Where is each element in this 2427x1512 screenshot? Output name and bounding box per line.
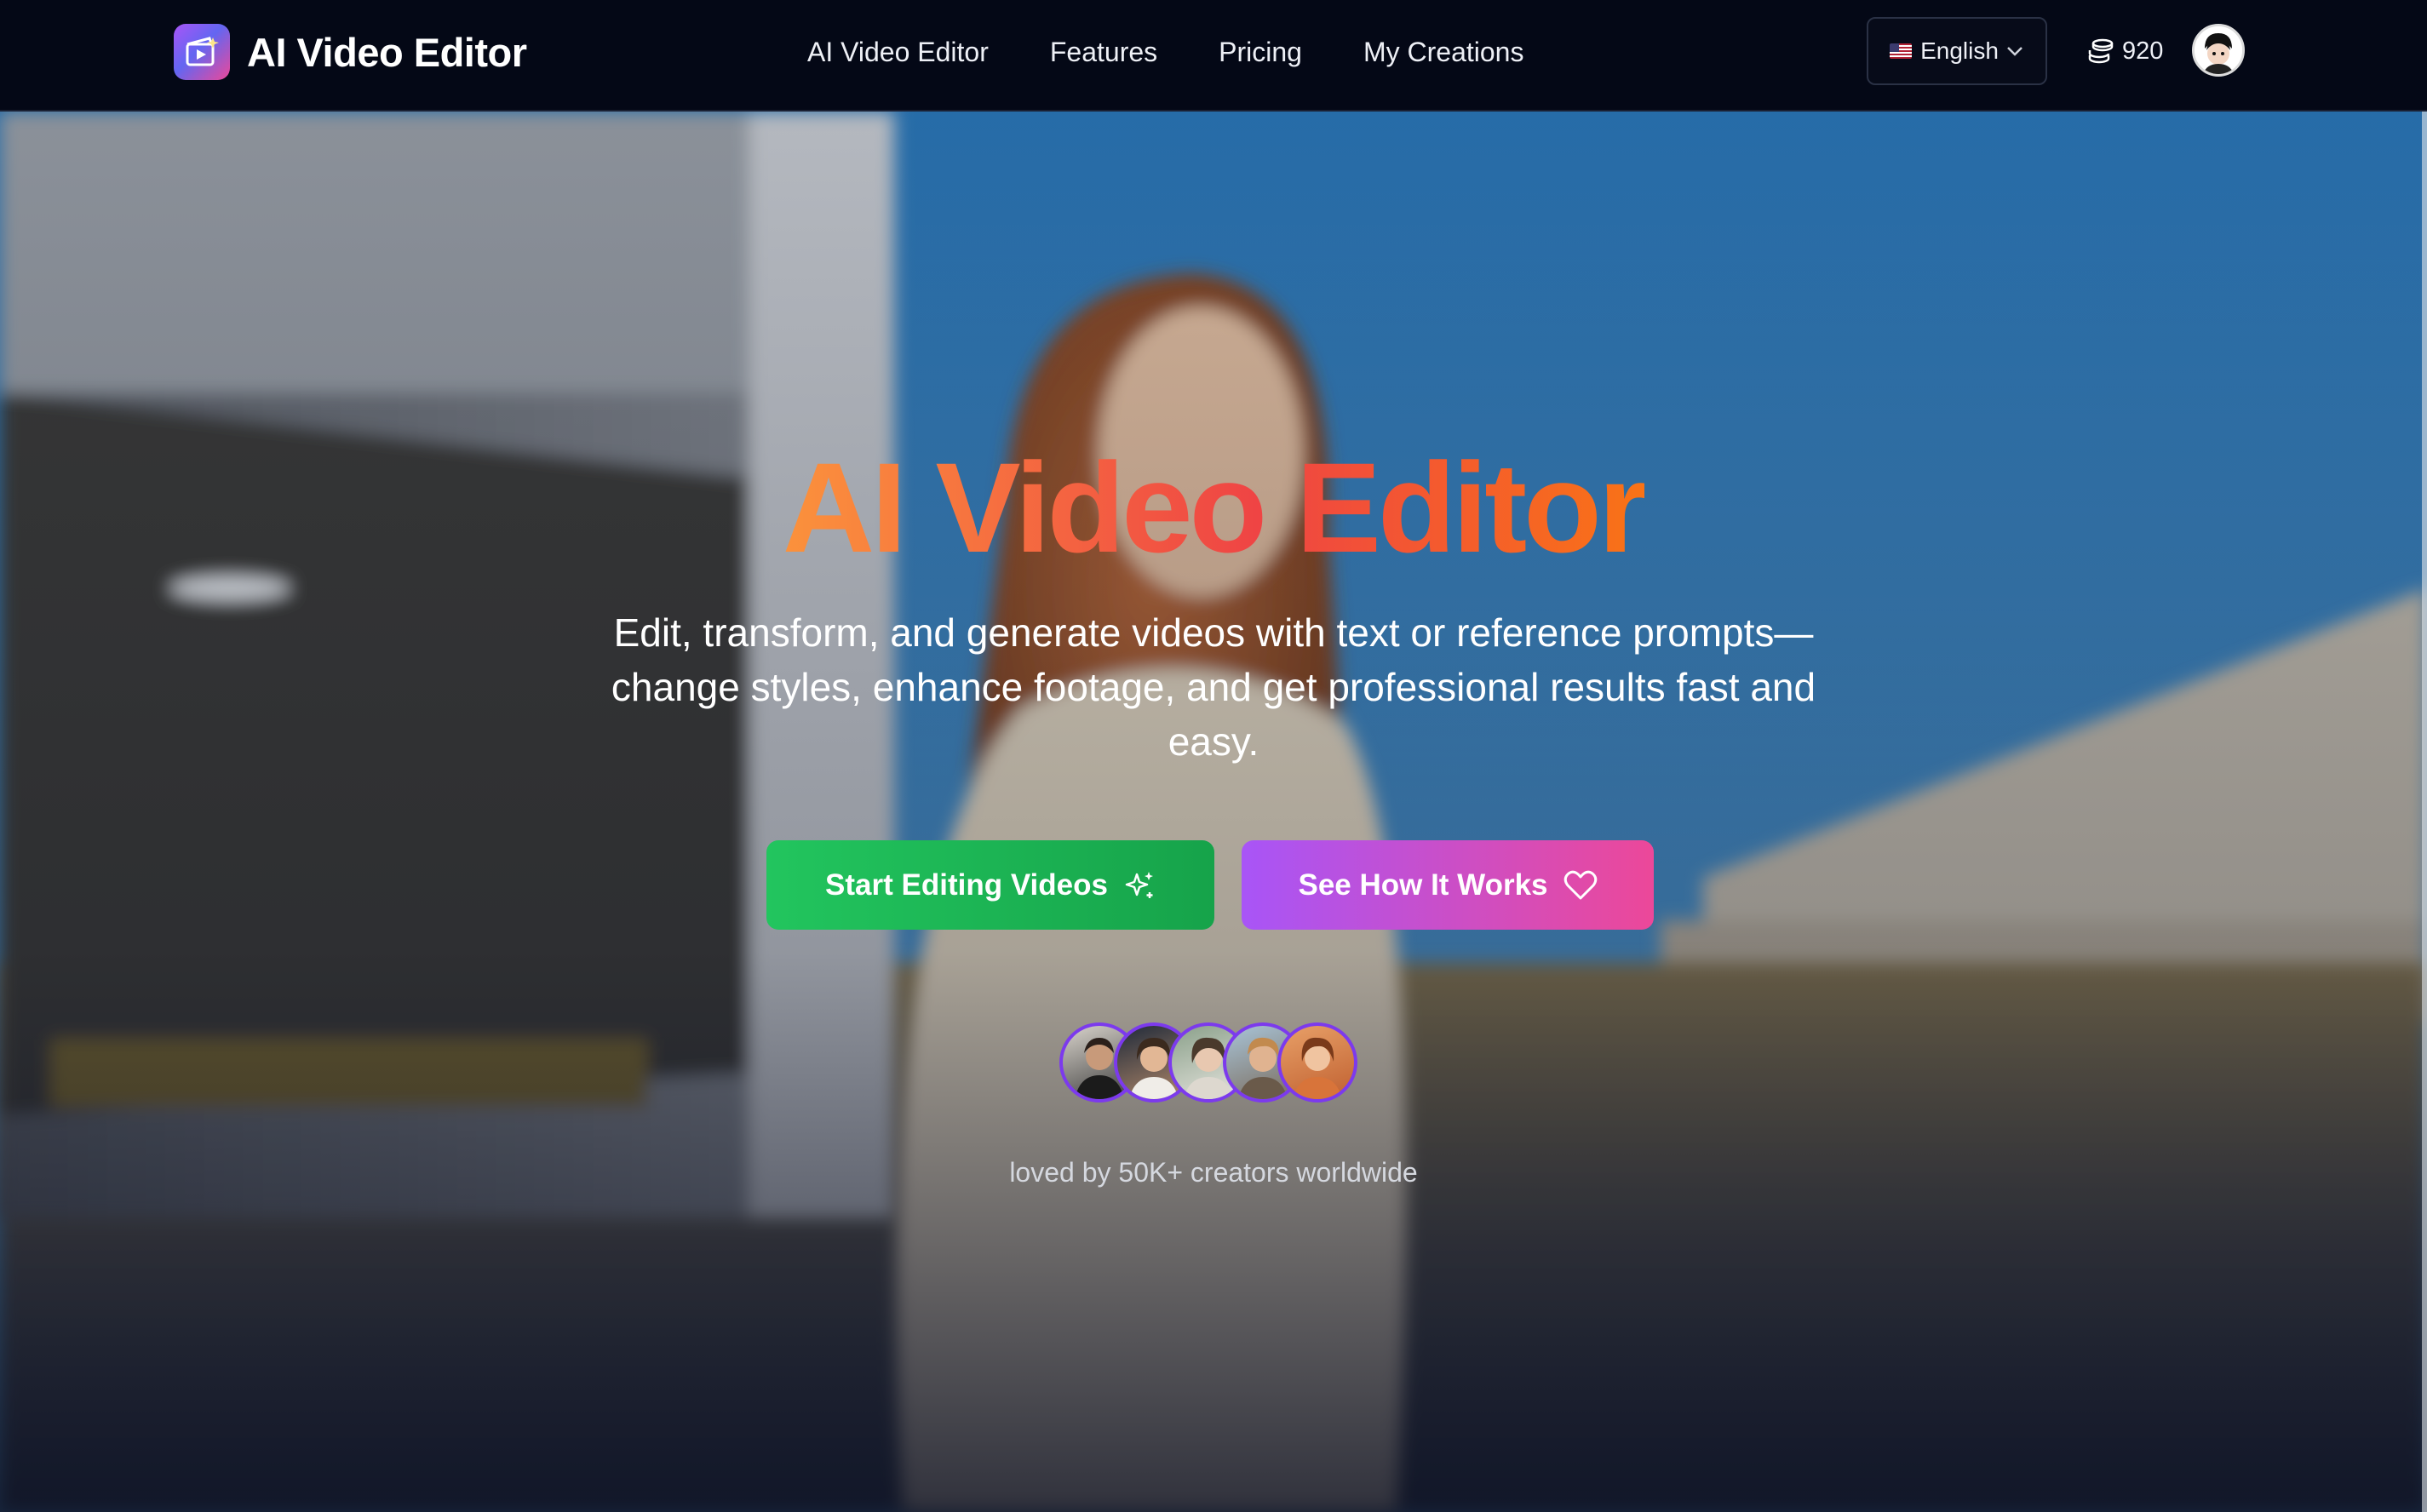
hero-dark-overlay xyxy=(0,112,2427,1512)
start-editing-label: Start Editing Videos xyxy=(825,868,1108,902)
credits-value: 920 xyxy=(2122,37,2164,65)
social-proof-text: loved by 50K+ creators worldwide xyxy=(1009,1157,1418,1188)
page-scrollbar[interactable] xyxy=(2422,112,2427,1512)
user-avatar[interactable] xyxy=(2192,24,2245,77)
credits-balance[interactable]: 920 xyxy=(2088,32,2163,70)
creator-avatar xyxy=(1277,1022,1357,1102)
start-editing-button[interactable]: Start Editing Videos xyxy=(766,840,1214,930)
see-how-it-works-button[interactable]: See How It Works xyxy=(1242,840,1654,930)
top-navbar: AI Video Editor AI Video Editor Features… xyxy=(0,0,2427,112)
main-nav: AI Video Editor Features Pricing My Crea… xyxy=(807,31,1585,73)
hero-subtitle: Edit, transform, and generate videos wit… xyxy=(611,610,1816,764)
language-label: English xyxy=(1920,37,1999,64)
see-how-label: See How It Works xyxy=(1298,868,1548,902)
language-selector[interactable]: English xyxy=(1867,17,2047,85)
heart-icon xyxy=(1563,870,1597,899)
hero-title: AI Video Editor xyxy=(782,436,1648,579)
nav-link-pricing[interactable]: Pricing xyxy=(1219,37,1302,68)
nav-link-ai-video-editor[interactable]: AI Video Editor xyxy=(807,37,989,68)
coins-stack-icon xyxy=(2088,38,2114,64)
hero-section: AI Video Editor Edit, transform, and gen… xyxy=(0,112,2427,1512)
brand-name: AI Video Editor xyxy=(247,29,527,75)
creator-avatars xyxy=(1059,1022,1357,1104)
video-clapper-icon xyxy=(174,24,230,80)
nav-link-features[interactable]: Features xyxy=(1050,37,1157,68)
us-flag-icon xyxy=(1890,43,1913,59)
sparkles-icon xyxy=(1125,871,1153,898)
nav-link-my-creations[interactable]: My Creations xyxy=(1363,37,1524,68)
chevron-down-icon xyxy=(2007,47,2023,56)
brand-logo-link[interactable]: AI Video Editor xyxy=(174,24,527,80)
